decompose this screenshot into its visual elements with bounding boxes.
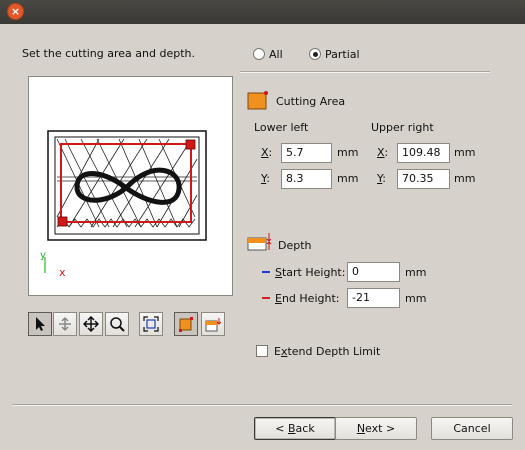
- lower-left-y-field[interactable]: 8.3: [281, 169, 332, 189]
- upper-right-handle: [185, 139, 196, 150]
- zoom-tool-button[interactable]: [105, 312, 129, 336]
- preview-canvas[interactable]: y x: [28, 76, 233, 296]
- lower-left-y-label: Y:: [261, 172, 270, 185]
- end-height-field[interactable]: -21: [347, 288, 400, 308]
- pan-tool-button[interactable]: [53, 312, 77, 336]
- instructions-text: Set the cutting area and depth.: [22, 47, 195, 60]
- upper-right-heading: Upper right: [371, 121, 434, 134]
- lower-left-x-label: X:: [261, 146, 273, 159]
- upper-right-x-unit: mm: [454, 146, 476, 159]
- scope-divider: [240, 71, 490, 73]
- scope-all-label[interactable]: All: [269, 48, 283, 61]
- title-bar: ×: [0, 0, 525, 24]
- fit-view-icon: [143, 316, 159, 332]
- close-button[interactable]: ×: [7, 3, 24, 20]
- start-height-label: Start Height:: [275, 266, 346, 279]
- lower-left-heading: Lower left: [254, 121, 309, 134]
- upper-right-x-field[interactable]: 109.48: [397, 143, 450, 163]
- footer-divider: [12, 404, 512, 406]
- start-height-marker: [262, 271, 270, 273]
- cutting-area-tool-button[interactable]: [174, 312, 198, 336]
- move-arrows-icon: [83, 316, 99, 332]
- end-height-label: End Height:: [275, 292, 340, 305]
- extend-depth-limit-label[interactable]: Extend Depth Limit: [274, 345, 380, 358]
- cancel-button[interactable]: Cancel: [431, 417, 513, 440]
- depth-icon: [247, 233, 272, 251]
- y-axis-label: y: [40, 250, 46, 261]
- start-height-unit: mm: [405, 266, 427, 279]
- select-tool-button[interactable]: [28, 312, 52, 336]
- fit-tool-button[interactable]: [139, 312, 163, 336]
- end-height-marker: [262, 297, 270, 299]
- next-button[interactable]: Next >: [335, 417, 417, 440]
- preview-drawing: y x: [40, 130, 207, 279]
- x-axis-label: x: [59, 266, 66, 279]
- upper-right-y-unit: mm: [454, 172, 476, 185]
- pointer-arrow-icon: [36, 317, 45, 331]
- cutting-area-icon: [247, 91, 268, 110]
- lower-left-x-unit: mm: [337, 146, 359, 159]
- back-button[interactable]: < Back: [254, 417, 336, 440]
- start-height-field[interactable]: 0: [347, 262, 400, 282]
- depth-title: Depth: [278, 239, 312, 252]
- upper-right-x-label: X:: [377, 146, 389, 159]
- upper-right-y-label: Y:: [377, 172, 386, 185]
- move-tool-button[interactable]: [79, 312, 103, 336]
- depth-tool-button[interactable]: [201, 312, 225, 336]
- end-height-unit: mm: [405, 292, 427, 305]
- magnifier-icon: [110, 317, 125, 332]
- lower-left-x-field[interactable]: 5.7: [281, 143, 332, 163]
- scope-partial-label[interactable]: Partial: [325, 48, 360, 61]
- upper-right-y-field[interactable]: 70.35: [397, 169, 450, 189]
- extend-depth-limit-checkbox[interactable]: [256, 345, 268, 357]
- cutting-area-title: Cutting Area: [276, 95, 346, 108]
- lower-left-handle: [57, 216, 68, 227]
- lower-left-y-unit: mm: [337, 172, 359, 185]
- hand-icon: [59, 316, 71, 332]
- cutting-area-icon: [179, 317, 193, 332]
- scope-partial-radio[interactable]: [309, 48, 321, 60]
- scope-all-radio[interactable]: [253, 48, 265, 60]
- depth-icon: [205, 318, 221, 332]
